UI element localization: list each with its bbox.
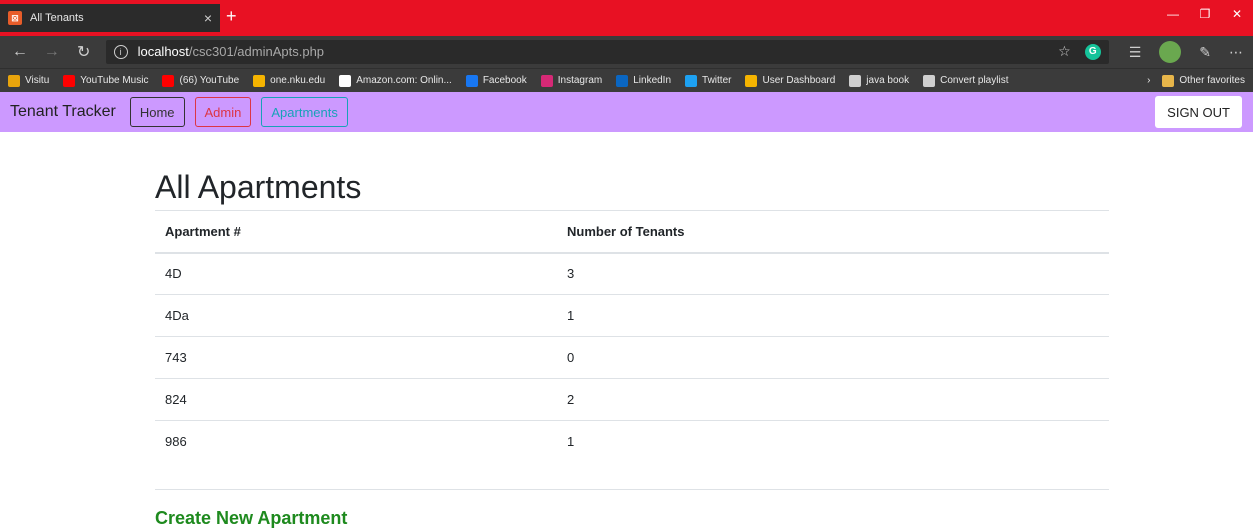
admin-button[interactable]: Admin bbox=[194, 97, 252, 127]
bookmark-item[interactable]: java book bbox=[849, 74, 910, 87]
back-icon[interactable]: ← bbox=[10, 43, 30, 61]
bookmark-favicon-icon bbox=[616, 74, 629, 87]
tenant-count-cell: 1 bbox=[557, 294, 1109, 337]
apartment-number-cell: 4Da bbox=[155, 294, 557, 337]
restore-icon[interactable]: ❐ bbox=[1189, 0, 1221, 28]
url-field[interactable]: i localhost/csc301/adminApts.php ☆ G bbox=[105, 40, 1109, 64]
apartment-number-cell: 743 bbox=[155, 336, 557, 379]
tab-title: All Tenants bbox=[30, 12, 84, 24]
apartments-button[interactable]: Apartments bbox=[261, 97, 348, 127]
minimize-icon[interactable]: — bbox=[1157, 0, 1189, 28]
bookmark-label: (66) YouTube bbox=[179, 75, 240, 86]
sign-out-button[interactable]: SIGN OUT bbox=[1155, 96, 1242, 128]
apartment-number-cell: 986 bbox=[165, 434, 187, 450]
bookmark-item[interactable]: Visitu bbox=[8, 74, 50, 87]
bookmark-item[interactable]: Convert playlist bbox=[923, 74, 1009, 87]
home-button[interactable]: Home bbox=[129, 97, 185, 127]
bookmark-favicon-icon bbox=[923, 74, 936, 87]
divider bbox=[155, 488, 1109, 490]
close-window-icon[interactable]: ✕ bbox=[1221, 0, 1253, 28]
table-row: 824 2 bbox=[155, 378, 1109, 421]
other-favorites-folder[interactable]: Other favorites bbox=[1162, 74, 1245, 87]
create-new-apartment-link[interactable]: Create New Apartment bbox=[155, 508, 1109, 529]
bookmark-item[interactable]: Instagram bbox=[540, 74, 603, 87]
tenant-count-cell: 0 bbox=[557, 336, 1109, 379]
bookmark-label: Instagram bbox=[557, 75, 603, 86]
address-bar-row: ← → ↻ i localhost/csc301/adminApts.php ☆… bbox=[0, 36, 1253, 68]
bookmark-label: Twitter bbox=[702, 75, 732, 86]
site-info-icon[interactable]: i bbox=[113, 45, 128, 59]
app-navbar: Tenant Tracker Home Admin Apartments SIG… bbox=[0, 92, 1253, 132]
page-title: All Apartments bbox=[155, 169, 362, 205]
bookmark-item[interactable]: Amazon.com: Onlin... bbox=[339, 74, 452, 87]
bookmark-label: YouTube Music bbox=[80, 75, 149, 86]
window-controls: — ❐ ✕ bbox=[1157, 0, 1253, 28]
bookmark-label: Visitu bbox=[25, 75, 50, 86]
bookmark-item[interactable]: LinkedIn bbox=[616, 74, 672, 87]
bookmark-item[interactable]: Twitter bbox=[685, 74, 732, 87]
bookmark-label: LinkedIn bbox=[633, 75, 672, 86]
refresh-icon[interactable]: ↻ bbox=[74, 42, 94, 62]
tenant-count-cell: 3 bbox=[557, 252, 1109, 295]
bookmark-label: Amazon.com: Onlin... bbox=[356, 75, 452, 86]
bookmark-favicon-icon bbox=[339, 74, 352, 87]
table-row: 743 0 bbox=[155, 336, 1109, 379]
brand-title[interactable]: Tenant Tracker bbox=[10, 103, 116, 121]
forward-icon[interactable]: → bbox=[42, 43, 62, 61]
bookmark-item[interactable]: (66) YouTube bbox=[162, 74, 240, 87]
xampp-favicon-icon: ⊠ bbox=[8, 11, 22, 25]
favorite-star-icon[interactable]: ☆ bbox=[1058, 43, 1071, 60]
bookmark-label: User Dashboard bbox=[762, 75, 836, 86]
bookmarks-overflow-icon[interactable]: › bbox=[1147, 75, 1150, 86]
bookmark-favicon-icon bbox=[63, 74, 76, 87]
apartment-number-cell: 4D bbox=[155, 252, 557, 295]
bookmark-item[interactable]: Facebook bbox=[465, 74, 527, 87]
table-body: 4D 3 4Da 1 743 0 824 2 986 1 bbox=[155, 252, 1109, 463]
column-header-apartment: Apartment # bbox=[155, 210, 557, 254]
more-menu-icon[interactable]: ⋯ bbox=[1229, 44, 1243, 61]
tab-close-icon[interactable]: × bbox=[204, 10, 212, 26]
table-header-row: Apartment # Number of Tenants bbox=[155, 210, 1109, 254]
tenant-count-cell: 2 bbox=[557, 378, 1109, 421]
bookmark-label: java book bbox=[866, 75, 910, 86]
main-content: All Apartments Apartment # Number of Ten… bbox=[155, 164, 1109, 529]
other-favorites-label: Other favorites bbox=[1179, 75, 1245, 86]
bookmark-favicon-icon bbox=[253, 74, 266, 87]
browser-tab-bar: ⊠ All Tenants × + — ❐ ✕ bbox=[0, 0, 1253, 36]
bookmark-item[interactable]: YouTube Music bbox=[63, 74, 149, 87]
read-aloud-icon[interactable]: ✎ bbox=[1199, 44, 1211, 61]
bookmark-item[interactable]: one.nku.edu bbox=[253, 74, 326, 87]
bookmark-favicon-icon bbox=[540, 74, 553, 87]
bookmark-favicon-icon bbox=[745, 74, 758, 87]
favorites-list-icon[interactable]: ☰ bbox=[1129, 44, 1142, 61]
url-path: /csc301/adminApts.php bbox=[188, 44, 325, 59]
apartment-number-cell: 824 bbox=[155, 378, 557, 421]
bookmark-label: one.nku.edu bbox=[270, 75, 326, 86]
bookmark-favicon-icon bbox=[685, 74, 698, 87]
bookmark-favicon-icon bbox=[8, 74, 20, 87]
profile-avatar[interactable] bbox=[1159, 41, 1182, 63]
bookmark-favicon-icon bbox=[849, 74, 862, 87]
apartments-table: Apartment # Number of Tenants 4D 3 4Da 1 743… bbox=[155, 210, 1109, 463]
url-host: localhost bbox=[137, 44, 189, 59]
bookmark-item[interactable]: User Dashboard bbox=[745, 74, 836, 87]
bookmark-favicon-icon bbox=[465, 74, 478, 87]
grammarly-icon[interactable]: G bbox=[1084, 43, 1101, 60]
tenant-count-cell: 1 bbox=[567, 434, 575, 450]
column-header-tenants: Number of Tenants bbox=[557, 210, 1109, 254]
table-row: 4D 3 bbox=[155, 252, 1109, 295]
bookmark-favicon-icon bbox=[162, 74, 175, 87]
folder-icon bbox=[1162, 74, 1175, 87]
bookmarks-bar: Visitu YouTube Music (66) YouTube one.nku.e… bbox=[0, 68, 1253, 92]
bookmark-label: Facebook bbox=[482, 75, 527, 86]
table-row: 4Da 1 bbox=[155, 294, 1109, 337]
new-tab-icon[interactable]: + bbox=[226, 6, 237, 27]
table-row: 986 1 bbox=[155, 421, 1109, 463]
bookmark-label: Convert playlist bbox=[940, 75, 1009, 86]
browser-tab[interactable]: ⊠ All Tenants × bbox=[0, 4, 220, 32]
